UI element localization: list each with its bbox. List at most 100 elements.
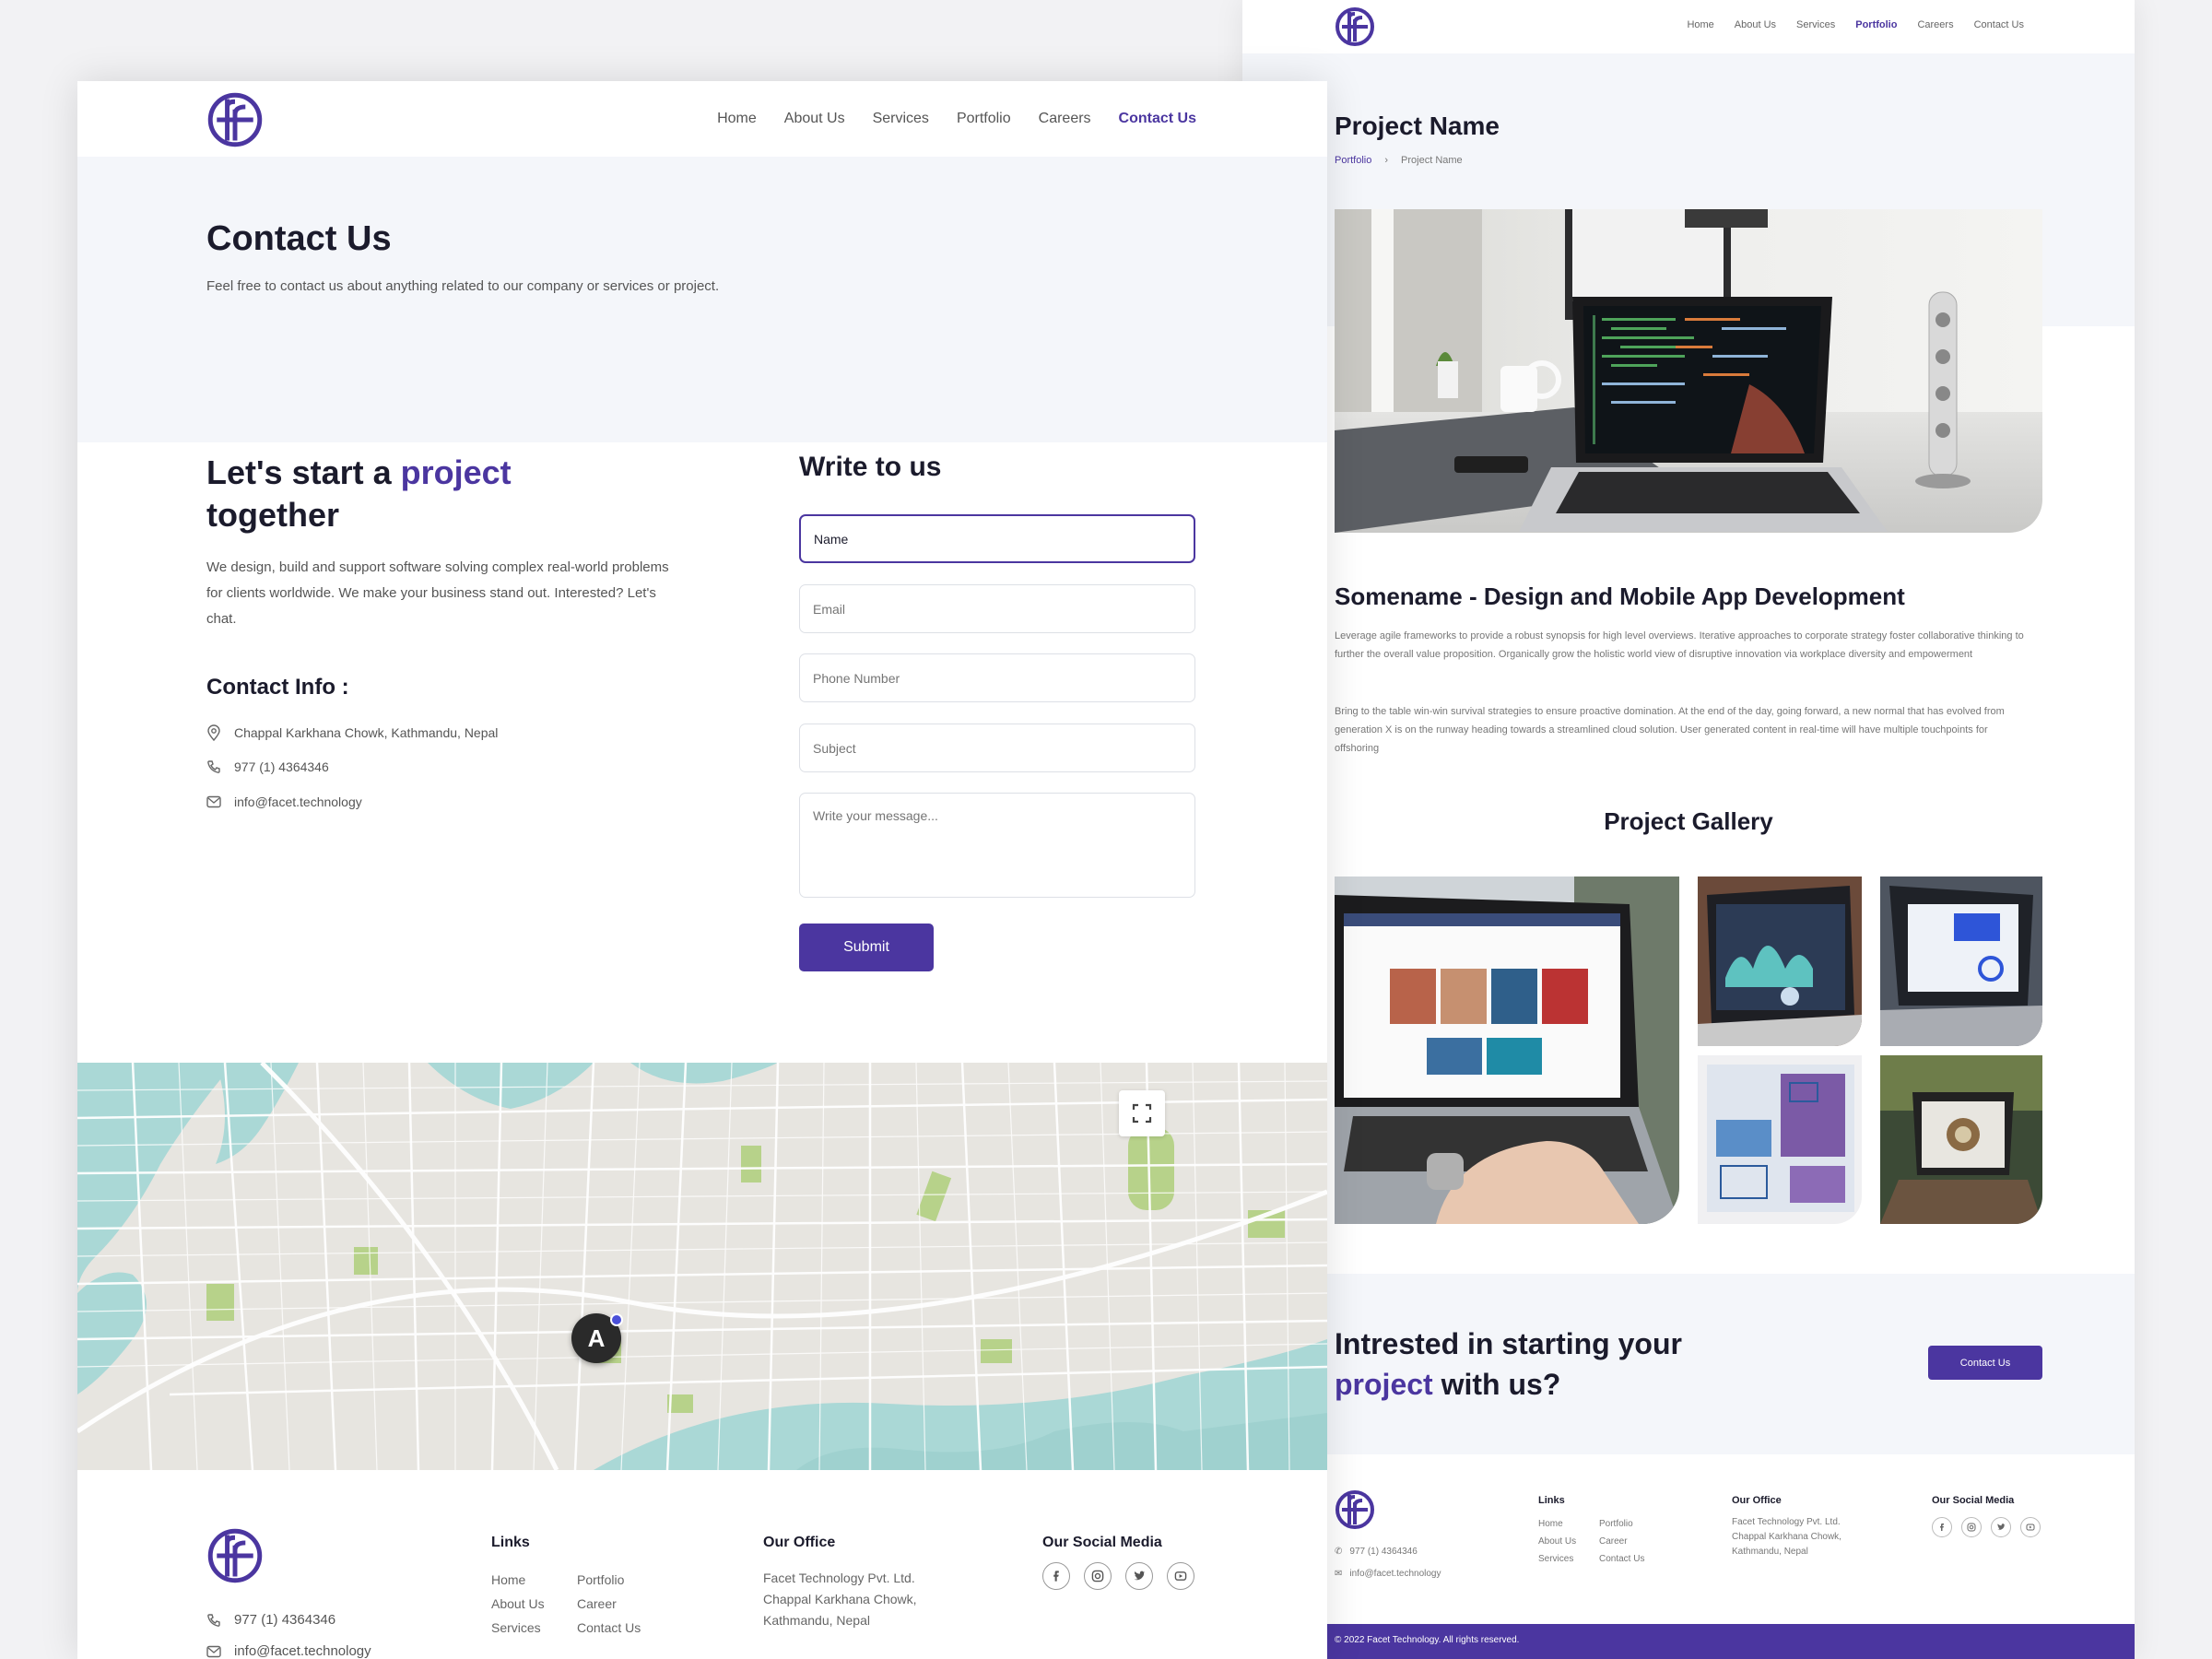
nav-careers[interactable]: Careers [1917, 19, 1953, 30]
gallery-image-4[interactable] [1698, 1055, 1862, 1224]
office-line-3: Kathmandu, Nepal [763, 1613, 870, 1628]
mail-icon: ✉ [1335, 1569, 1343, 1579]
footer-link-portfolio[interactable]: Portfolio [577, 1568, 641, 1592]
nav-portfolio[interactable]: Portfolio [957, 111, 1011, 127]
submit-button[interactable]: Submit [799, 924, 934, 971]
mail-icon [206, 1645, 221, 1657]
intro-heading-post: together [206, 496, 339, 534]
footer-links-heading: Links [491, 1535, 530, 1550]
nav-portfolio[interactable]: Portfolio [1855, 19, 1897, 30]
gallery-image-2[interactable] [1698, 877, 1862, 1046]
office-line-1: Facet Technology Pvt. Ltd. [1732, 1517, 1841, 1527]
contact-footer: 977 (1) 4364346 info@facet.technology Li… [77, 1470, 1327, 1659]
footer-link-portfolio[interactable]: Portfolio [1599, 1515, 1644, 1533]
map-marker-label: A [587, 1324, 606, 1352]
fullscreen-icon [1132, 1103, 1152, 1124]
facet-logo-icon[interactable] [206, 91, 264, 148]
project-page: Home About Us Services Portfolio Careers… [1242, 0, 2135, 1659]
footer-links-col1: Home About Us Services [1538, 1515, 1576, 1568]
facet-logo-icon[interactable] [206, 1527, 264, 1584]
nav-home[interactable]: Home [1687, 19, 1713, 30]
nav-about-us[interactable]: About Us [784, 111, 845, 127]
map-marker[interactable]: A [571, 1313, 623, 1363]
footer-phone-text[interactable]: 977 (1) 4364346 [1349, 1547, 1417, 1557]
footer-office-address: Facet Technology Pvt. Ltd. Chappal Karkh… [1732, 1515, 1841, 1559]
message-field[interactable] [799, 793, 1195, 898]
footer-links-heading: Links [1538, 1495, 1565, 1506]
gallery-title: Project Gallery [1604, 807, 1773, 835]
youtube-icon[interactable] [2020, 1517, 2041, 1537]
name-field[interactable] [799, 514, 1195, 563]
page-title: Contact Us [206, 219, 392, 258]
twitter-icon[interactable] [1125, 1562, 1153, 1590]
footer-link-about[interactable]: About Us [491, 1592, 545, 1616]
contact-info-heading: Contact Info : [206, 675, 349, 700]
intro-heading: Let's start a project together [206, 452, 667, 536]
facebook-icon[interactable] [1932, 1517, 1952, 1537]
subject-field[interactable] [799, 724, 1195, 772]
project-paragraph-2: Bring to the table win-win survival stra… [1335, 706, 2005, 754]
location-map[interactable]: A [77, 1063, 1327, 1470]
facebook-icon[interactable] [1042, 1562, 1070, 1590]
contact-address: Chappal Karkhana Chowk, Kathmandu, Nepal [206, 724, 498, 741]
nav-home[interactable]: Home [717, 111, 757, 127]
footer-link-services[interactable]: Services [1538, 1550, 1576, 1568]
footer-links-col2: Portfolio Career Contact Us [577, 1568, 641, 1640]
footer-email-text[interactable]: info@facet.technology [234, 1643, 371, 1659]
mail-icon [206, 795, 221, 808]
footer-link-contact[interactable]: Contact Us [1599, 1550, 1644, 1568]
footer-link-about[interactable]: About Us [1538, 1533, 1576, 1550]
footer-social-heading: Our Social Media [1932, 1495, 2015, 1506]
location-pin-icon [207, 724, 220, 741]
phone-icon: ✆ [1335, 1547, 1343, 1557]
intro-description: We design, build and support software so… [206, 559, 669, 627]
breadcrumb-current: Project Name [1401, 155, 1463, 166]
cta-heading: Intrested in starting your project with … [1335, 1324, 1682, 1405]
footer-link-home[interactable]: Home [1538, 1515, 1576, 1533]
email-field[interactable] [799, 584, 1195, 633]
contact-phone: 977 (1) 4364346 [206, 759, 329, 774]
footer-phone: ✆ 977 (1) 4364346 [1335, 1547, 1418, 1557]
instagram-icon[interactable] [1084, 1562, 1112, 1590]
twitter-icon[interactable] [1991, 1517, 2011, 1537]
footer-link-career[interactable]: Career [1599, 1533, 1644, 1550]
office-line-1: Facet Technology Pvt. Ltd. [763, 1571, 915, 1585]
office-line-3: Kathmandu, Nepal [1732, 1547, 1808, 1557]
gallery-image-3[interactable] [1880, 877, 2042, 1046]
footer-link-contact[interactable]: Contact Us [577, 1616, 641, 1640]
contact-email-text[interactable]: info@facet.technology [234, 794, 362, 809]
footer-phone-text[interactable]: 977 (1) 4364346 [234, 1612, 335, 1628]
project-nav-menu: Home About Us Services Portfolio Careers… [1687, 19, 2024, 30]
form-heading: Write to us [799, 452, 942, 482]
footer-link-home[interactable]: Home [491, 1568, 545, 1592]
gallery-image-5[interactable] [1880, 1055, 2042, 1224]
nav-contact-us[interactable]: Contact Us [1119, 111, 1196, 127]
facet-logo-icon[interactable] [1335, 6, 1375, 47]
map-fullscreen-button[interactable] [1119, 1090, 1165, 1136]
youtube-icon[interactable] [1167, 1562, 1194, 1590]
nav-services[interactable]: Services [873, 111, 929, 127]
instagram-icon[interactable] [1961, 1517, 1982, 1537]
contact-phone-text[interactable]: 977 (1) 4364346 [234, 759, 329, 774]
cta-line-2: with us? [1432, 1368, 1561, 1401]
cta-contact-button[interactable]: Contact Us [1928, 1346, 2042, 1380]
footer-link-services[interactable]: Services [491, 1616, 545, 1640]
nav-contact-us[interactable]: Contact Us [1974, 19, 2024, 30]
project-title: Project Name [1335, 112, 1500, 140]
footer-email-text[interactable]: info@facet.technology [1349, 1569, 1441, 1579]
intro-heading-accent: project [400, 453, 512, 491]
cta-accent-word: project [1335, 1368, 1433, 1401]
breadcrumb-portfolio[interactable]: Portfolio [1335, 155, 1371, 166]
social-icons [1042, 1562, 1194, 1590]
project-paragraph-1: Leverage agile frameworks to provide a r… [1335, 630, 2024, 660]
nav-careers[interactable]: Careers [1039, 111, 1091, 127]
office-line-2: Chappal Karkhana Chowk, [1732, 1532, 1841, 1542]
copyright-text: © 2022 Facet Technology. All rights rese… [1335, 1635, 1520, 1645]
nav-services[interactable]: Services [1796, 19, 1835, 30]
footer-phone: 977 (1) 4364346 [206, 1612, 335, 1628]
nav-about-us[interactable]: About Us [1735, 19, 1776, 30]
facet-logo-icon[interactable] [1335, 1489, 1375, 1530]
gallery-image-1[interactable] [1335, 877, 1679, 1224]
footer-link-career[interactable]: Career [577, 1592, 641, 1616]
phone-field[interactable] [799, 653, 1195, 702]
